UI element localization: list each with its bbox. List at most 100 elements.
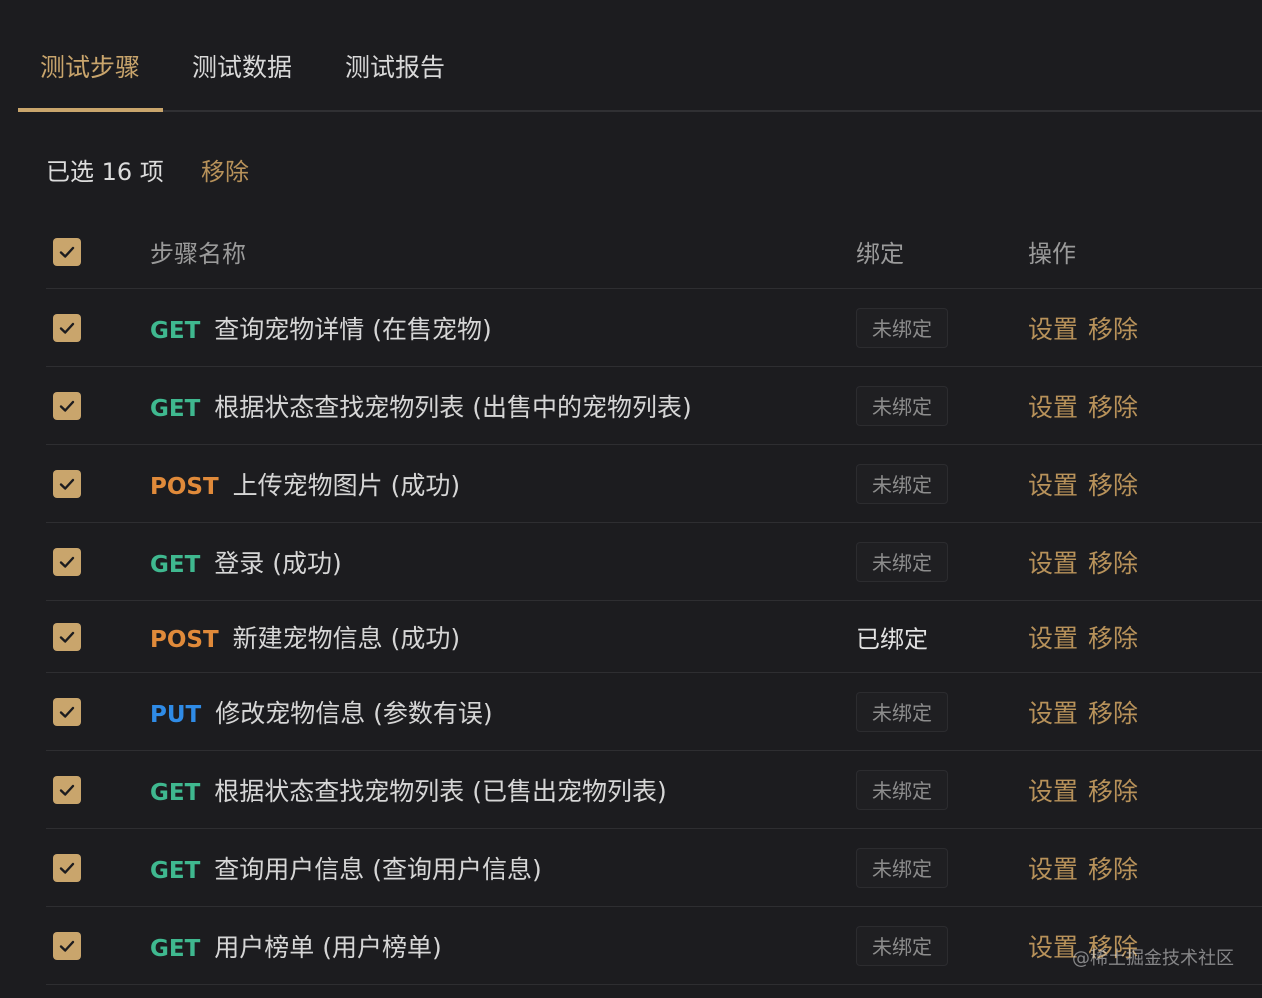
bind-status-badge: 未绑定 [856,847,948,888]
row-checkbox[interactable] [53,931,81,960]
check-icon [59,862,75,874]
table-row: PUT 修改宠物信息 (参数有误) 未绑定 设置 移除 [46,673,1262,751]
settings-link[interactable]: 设置 [1028,933,1078,962]
remove-link[interactable]: 移除 [1088,855,1138,884]
tab-test-report[interactable]: 测试报告 [345,48,445,108]
step-name[interactable]: GET 查询用户信息 (查询用户信息) [150,850,542,886]
row-actions: 设置 移除 [1028,772,1148,808]
check-icon [59,246,75,258]
row-checkbox[interactable] [53,622,81,651]
column-header-name: 步骤名称 [150,240,246,268]
step-name[interactable]: GET 根据状态查找宠物列表 (已售出宠物列表) [150,772,667,808]
check-icon [59,478,75,490]
tab-label: 测试数据 [192,53,293,82]
http-method: GET [150,551,201,578]
row-checkbox[interactable] [53,313,81,342]
bind-status-badge: 未绑定 [856,769,948,810]
settings-link[interactable]: 设置 [1028,624,1078,653]
row-actions: 设置 移除 [1028,694,1148,730]
bind-status-badge: 未绑定 [856,307,948,348]
settings-link[interactable]: 设置 [1028,855,1078,884]
bind-status: 已绑定 [856,625,928,653]
tab-bar: 测试步骤 测试数据 测试报告 [18,0,1262,112]
row-actions: 设置 移除 [1028,544,1148,580]
http-method: GET [150,395,201,422]
step-title: 修改宠物信息 (参数有误) [215,698,493,728]
http-method: POST [150,473,219,500]
row-actions: 设置 移除 [1028,850,1148,886]
step-title: 根据状态查找宠物列表 (已售出宠物列表) [214,776,667,806]
remove-link[interactable]: 移除 [1088,471,1138,500]
step-title: 上传宠物图片 (成功) [232,470,461,500]
bind-status-badge: 未绑定 [856,691,948,732]
remove-link[interactable]: 移除 [1088,549,1138,578]
remove-link[interactable]: 移除 [1088,315,1138,344]
step-title: 根据状态查找宠物列表 (出售中的宠物列表) [214,392,692,422]
check-icon [59,556,75,568]
tab-test-steps[interactable]: 测试步骤 [40,48,140,108]
table-row: GET 根据状态查找宠物列表 (已售出宠物列表) 未绑定 设置 移除 [46,751,1262,829]
row-checkbox[interactable] [53,547,81,576]
column-header-bind: 绑定 [856,240,904,268]
table-row: GET 查询宠物详情 (在售宠物) 未绑定 设置 移除 [46,289,1262,367]
step-name[interactable]: PUT 修改宠物信息 (参数有误) [150,694,493,730]
remove-link[interactable]: 移除 [1088,393,1138,422]
http-method: POST [150,626,219,653]
step-name[interactable]: GET 查询宠物详情 (在售宠物) [150,310,492,346]
step-name[interactable]: GET 登录 (成功) [150,544,342,580]
select-all-checkbox[interactable] [53,238,81,266]
tab-label: 测试步骤 [40,53,141,82]
table-row: POST 新建宠物信息 (成功) 已绑定 设置 移除 [46,601,1262,673]
step-title: 查询宠物详情 (在售宠物) [214,314,492,344]
step-name[interactable]: POST 上传宠物图片 (成功) [150,466,460,502]
active-tab-indicator [18,108,163,112]
row-actions: 设置 移除 [1028,619,1148,655]
row-checkbox[interactable] [53,391,81,420]
watermark: @稀土掘金技术社区 [1072,948,1234,969]
settings-link[interactable]: 设置 [1028,777,1078,806]
bind-status-badge: 未绑定 [856,463,948,504]
check-icon [59,400,75,412]
tab-label: 测试报告 [345,53,446,82]
http-method: GET [150,935,201,962]
settings-link[interactable]: 设置 [1028,393,1078,422]
settings-link[interactable]: 设置 [1028,699,1078,728]
tab-test-data[interactable]: 测试数据 [192,48,292,108]
http-method: PUT [150,701,202,728]
bind-status-badge: 未绑定 [856,541,948,582]
check-icon [59,322,75,334]
settings-link[interactable]: 设置 [1028,549,1078,578]
remove-link[interactable]: 移除 [1088,699,1138,728]
remove-link[interactable]: 移除 [1088,624,1138,653]
step-title: 登录 (成功) [214,548,342,578]
step-name[interactable]: POST 新建宠物信息 (成功) [150,619,460,655]
table-header: 步骤名称 绑定 操作 [46,216,1262,289]
step-title: 用户榜单 (用户榜单) [214,932,442,962]
selection-count: 已选 16 项 [46,158,164,186]
step-name[interactable]: GET 用户榜单 (用户榜单) [150,928,442,964]
step-name[interactable]: GET 根据状态查找宠物列表 (出售中的宠物列表) [150,388,692,424]
check-icon [59,631,75,643]
http-method: GET [150,779,201,806]
bind-status-badge: 未绑定 [856,385,948,426]
step-title: 新建宠物信息 (成功) [232,623,461,653]
row-checkbox[interactable] [53,697,81,726]
table-row: POST 上传宠物图片 (成功) 未绑定 设置 移除 [46,445,1262,523]
row-checkbox[interactable] [53,469,81,498]
http-method: GET [150,317,201,344]
steps-table: 步骤名称 绑定 操作 GET 查询宠物详情 (在售宠物) 未绑定 设置 移除 GET… [46,216,1262,985]
table-row: GET 根据状态查找宠物列表 (出售中的宠物列表) 未绑定 设置 移除 [46,367,1262,445]
row-checkbox[interactable] [53,853,81,882]
settings-link[interactable]: 设置 [1028,315,1078,344]
table-row: GET 查询用户信息 (查询用户信息) 未绑定 设置 移除 [46,829,1262,907]
row-actions: 设置 移除 [1028,466,1148,502]
step-title: 查询用户信息 (查询用户信息) [214,854,542,884]
settings-link[interactable]: 设置 [1028,471,1078,500]
row-actions: 设置 移除 [1028,310,1148,346]
selection-bar: 已选 16 项 移除 [46,152,249,192]
bulk-remove-link[interactable]: 移除 [201,152,249,187]
row-checkbox[interactable] [53,775,81,804]
check-icon [59,940,75,952]
remove-link[interactable]: 移除 [1088,777,1138,806]
http-method: GET [150,857,201,884]
